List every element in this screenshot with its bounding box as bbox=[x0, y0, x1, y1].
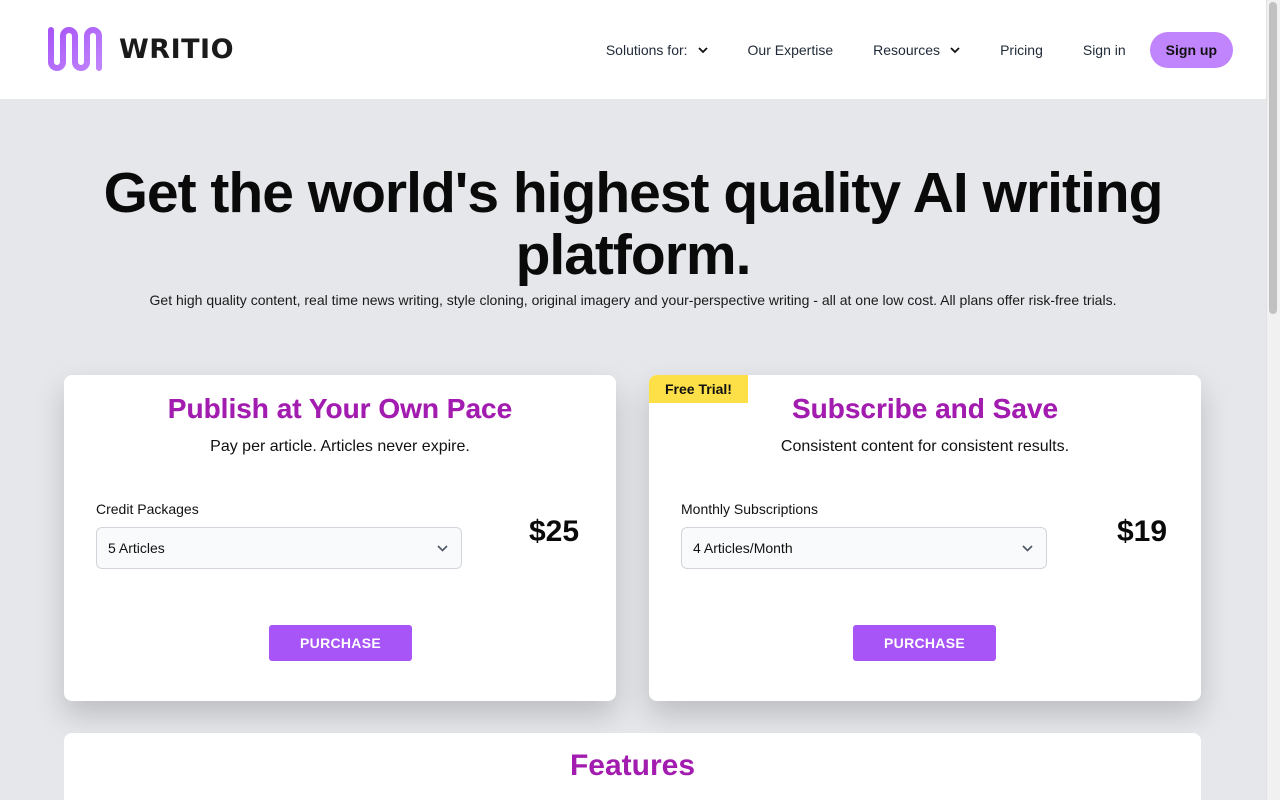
chevron-down-icon bbox=[1022, 545, 1033, 552]
chevron-down-icon bbox=[697, 46, 708, 53]
nav-resources[interactable]: Resources bbox=[873, 42, 960, 58]
signup-button[interactable]: Sign up bbox=[1149, 32, 1233, 68]
credit-packages-select[interactable]: 5 Articles bbox=[96, 527, 462, 569]
plan-price: $19 bbox=[1117, 515, 1168, 548]
nav-signin[interactable]: Sign in bbox=[1083, 42, 1126, 58]
logo[interactable]: WRITIO bbox=[45, 24, 234, 74]
nav-solutions[interactable]: Solutions for: bbox=[606, 42, 708, 58]
plan-card-pay-per-article: Publish at Your Own Pace Pay per article… bbox=[64, 375, 616, 701]
plan-subtitle: Consistent content for consistent result… bbox=[780, 438, 1070, 455]
credit-packages-label: Credit Packages bbox=[96, 501, 199, 517]
chevron-down-icon bbox=[437, 545, 448, 552]
monthly-subscriptions-label: Monthly Subscriptions bbox=[681, 501, 818, 517]
monthly-subscriptions-select[interactable]: 4 Articles/Month bbox=[681, 527, 1047, 569]
hero-title: Get the world's highest quality AI writi… bbox=[103, 161, 1164, 287]
monthly-subscriptions-value: 4 Articles/Month bbox=[693, 540, 793, 556]
plan-card-subscription: Free Trial! Subscribe and Save Consisten… bbox=[649, 375, 1201, 701]
purchase-button[interactable]: PURCHASE bbox=[853, 625, 996, 661]
credit-packages-value: 5 Articles bbox=[108, 540, 165, 556]
brand-name: WRITIO bbox=[119, 33, 235, 65]
features-title: Features bbox=[569, 749, 696, 782]
main-nav: Solutions for: Our Expertise Resources P… bbox=[606, 32, 1233, 68]
hero-subtitle: Get high quality content, real time news… bbox=[149, 292, 1117, 308]
features-section: Features bbox=[64, 733, 1201, 800]
nav-pricing[interactable]: Pricing bbox=[1000, 42, 1043, 58]
purchase-button[interactable]: PURCHASE bbox=[269, 625, 412, 661]
plan-title: Publish at Your Own Pace bbox=[64, 393, 616, 425]
nav-expertise[interactable]: Our Expertise bbox=[748, 42, 834, 58]
scrollbar-thumb[interactable] bbox=[1269, 2, 1277, 314]
chevron-down-icon bbox=[950, 46, 960, 53]
site-header: WRITIO Solutions for: Our Expertise Reso… bbox=[0, 0, 1266, 99]
nav-resources-label: Resources bbox=[873, 42, 941, 58]
plan-title: Subscribe and Save bbox=[649, 393, 1201, 425]
scrollbar[interactable] bbox=[1266, 0, 1280, 800]
nav-solutions-label: Solutions for: bbox=[605, 42, 688, 58]
writio-logo-icon bbox=[48, 27, 102, 71]
plan-subtitle: Pay per article. Articles never expire. bbox=[210, 438, 470, 455]
plan-price: $25 bbox=[529, 515, 580, 548]
